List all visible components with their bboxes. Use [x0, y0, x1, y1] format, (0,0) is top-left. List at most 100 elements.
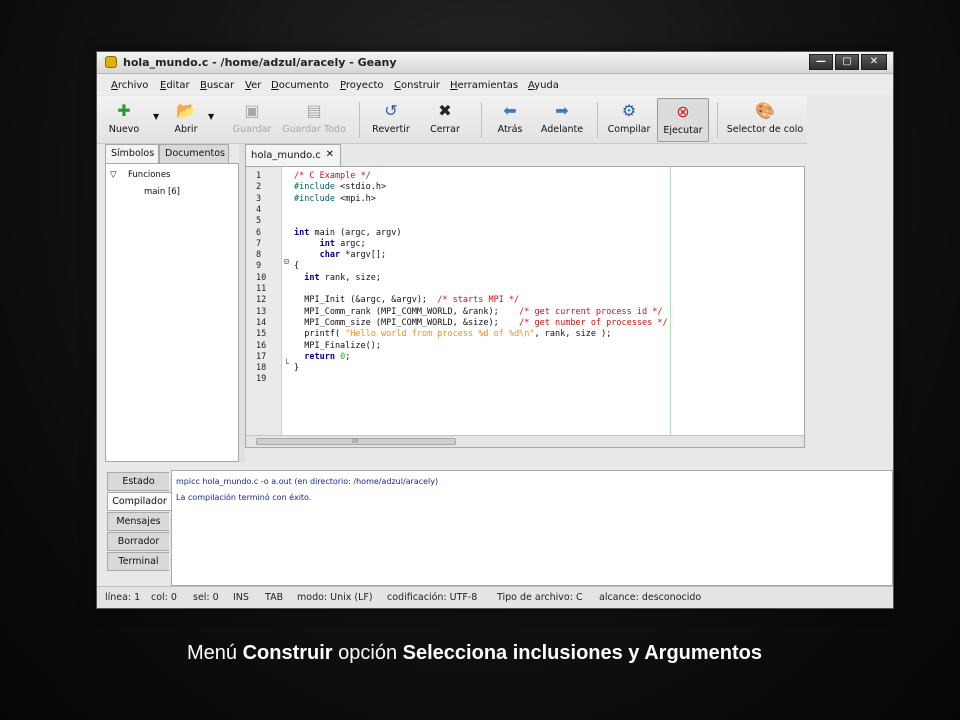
- line-number: 19: [256, 374, 267, 385]
- caption-bold-option: Selecciona inclusiones y Argumentos: [402, 642, 763, 664]
- tab-documentos[interactable]: Documentos: [159, 144, 229, 163]
- abrir-button[interactable]: 📂 Abrir: [169, 98, 203, 142]
- line-number: 5: [256, 216, 262, 227]
- status-bar: línea: 1 col: 0 sel: 0 INS TAB modo: Uni…: [97, 586, 893, 608]
- symbol-tree: ▽ Funciones main [6]: [105, 163, 239, 462]
- revertir-button[interactable]: ↺ Revertir: [369, 98, 413, 142]
- toolbar-separator: [597, 102, 598, 138]
- tab-simbolos[interactable]: Símbolos: [105, 144, 159, 164]
- editor-tab-label: hola_mundo.c: [251, 150, 321, 161]
- menu-bar: Archivo Editar Buscar Ver Documento Proy…: [97, 75, 893, 95]
- code-line: char *argv[];: [319, 250, 387, 261]
- line-number: 10: [256, 272, 267, 283]
- line-number: 9: [256, 261, 262, 272]
- code-line: {: [294, 261, 300, 272]
- atras-button[interactable]: ⬅ Atrás: [491, 98, 529, 142]
- tree-group-funciones[interactable]: Funciones: [128, 170, 170, 180]
- caption-text-1: Menú: [187, 642, 243, 664]
- compiler-result: La compilación terminó con éxito.: [176, 493, 312, 502]
- toolbar-separator: [481, 102, 482, 138]
- tab-borrador[interactable]: Borrador: [107, 532, 169, 551]
- code-line: printf( "Hello world from process %d of …: [294, 329, 612, 340]
- guardar-button[interactable]: ▣ Guardar: [227, 98, 277, 142]
- status-scope: alcance: desconocido: [599, 592, 702, 603]
- guardar-todo-button[interactable]: ▤ Guardar Todo: [281, 98, 347, 142]
- sidebar: Símbolos Documentos ▽ Funciones main [6]: [105, 144, 239, 462]
- horizontal-scrollbar[interactable]: III: [246, 435, 804, 447]
- geany-app-icon: [105, 56, 117, 68]
- line-number: 8: [256, 250, 262, 261]
- line-number: 13: [256, 306, 267, 317]
- compiler-output[interactable]: mpicc hola_mundo.c -o a.out (en director…: [171, 470, 893, 586]
- editor-tab[interactable]: hola_mundo.c ✕: [245, 144, 341, 166]
- menu-ver[interactable]: Ver: [245, 80, 261, 91]
- long-line-marker: [670, 167, 671, 447]
- ejecutar-button[interactable]: ⊗ Ejecutar: [657, 98, 709, 142]
- code-line: int rank, size;: [304, 272, 382, 283]
- nuevo-dropdown-icon[interactable]: ▼: [153, 112, 159, 121]
- toolbar-separator: [359, 102, 360, 138]
- minimize-button[interactable]: —: [809, 54, 833, 70]
- fold-end-icon: └: [284, 359, 289, 368]
- menu-buscar[interactable]: Buscar: [200, 80, 234, 91]
- tab-estado[interactable]: Estado: [107, 472, 169, 491]
- selector-color-button[interactable]: 🎨 Selector de colo: [723, 98, 807, 142]
- line-number: 6: [256, 227, 262, 238]
- title-bar[interactable]: hola_mundo.c - /home/adzul/aracely - Gea…: [97, 52, 893, 74]
- color-palette-icon: 🎨: [755, 101, 775, 120]
- geany-window: hola_mundo.c - /home/adzul/aracely - Gea…: [96, 51, 894, 609]
- close-window-button[interactable]: ✕: [861, 54, 887, 70]
- slide-caption: Menú Construir opción Selecciona inclusi…: [187, 640, 787, 666]
- code-line: }: [294, 363, 300, 374]
- revert-icon: ↺: [384, 101, 398, 120]
- code-line: return 0;: [304, 351, 351, 362]
- adelante-button[interactable]: ➡ Adelante: [537, 98, 587, 142]
- line-number: 17: [256, 351, 267, 362]
- menu-herramientas[interactable]: Herramientas: [450, 80, 518, 91]
- line-number: 14: [256, 317, 267, 328]
- tree-item-main[interactable]: main [6]: [144, 187, 180, 197]
- window-title: hola_mundo.c - /home/adzul/aracely - Gea…: [123, 56, 397, 69]
- toolbar: ✚ Nuevo ▼ 📂 Abrir ▼ ▣ Guardar ▤ Guardar …: [97, 96, 807, 144]
- status-line: línea: 1: [105, 592, 141, 603]
- line-number: 18: [256, 363, 267, 374]
- code-editor[interactable]: 1 /* C Example */ 2 #include <stdio.h> 3 #inc…: [245, 166, 805, 448]
- menu-archivo[interactable]: Archivo: [111, 80, 148, 91]
- cerrar-button[interactable]: ✖ Cerrar: [425, 98, 465, 142]
- editor-area: hola_mundo.c ✕ 1 /* C Example */ 2 #include…: [245, 144, 805, 462]
- line-number: 3: [256, 193, 262, 204]
- line-number: 15: [256, 329, 267, 340]
- menu-editar[interactable]: Editar: [160, 80, 190, 91]
- code-line: MPI_Comm_size (MPI_COMM_WORLD, &size); /…: [294, 317, 668, 328]
- fold-marker-icon[interactable]: ⊟: [284, 257, 292, 266]
- nuevo-button[interactable]: ✚ Nuevo: [107, 98, 141, 142]
- code-line: #include <mpi.h>: [294, 193, 376, 204]
- line-number: 2: [256, 182, 262, 193]
- menu-construir[interactable]: Construir: [394, 80, 440, 91]
- status-ins: INS: [233, 592, 249, 603]
- status-tab: TAB: [265, 592, 284, 603]
- line-number: 12: [256, 295, 267, 306]
- code-line: MPI_Comm_rank (MPI_COMM_WORLD, &rank); /…: [294, 306, 663, 317]
- arrow-right-icon: ➡: [555, 101, 569, 120]
- code-line: int argc;: [319, 238, 366, 249]
- compilar-button[interactable]: ⚙ Compilar: [605, 98, 653, 142]
- tab-mensajes[interactable]: Mensajes: [107, 512, 169, 531]
- menu-documento[interactable]: Documento: [271, 80, 329, 91]
- line-number: 16: [256, 340, 267, 351]
- close-tab-icon[interactable]: ✕: [326, 149, 334, 160]
- tab-compilador[interactable]: Compilador: [107, 492, 171, 511]
- collapse-icon[interactable]: ▽: [110, 170, 117, 180]
- open-folder-icon: 📂: [176, 101, 196, 120]
- new-file-icon: ✚: [117, 101, 131, 120]
- tab-terminal[interactable]: Terminal: [107, 552, 169, 571]
- abrir-dropdown-icon[interactable]: ▼: [208, 112, 214, 121]
- maximize-button[interactable]: ▢: [835, 54, 859, 70]
- status-col: col: 0: [151, 592, 177, 603]
- menu-ayuda[interactable]: Ayuda: [528, 80, 559, 91]
- code-line: /* C Example */: [294, 171, 371, 181]
- caption-text-2: opción: [332, 642, 403, 664]
- compiler-command: mpicc hola_mundo.c -o a.out (en director…: [176, 477, 439, 486]
- menu-proyecto[interactable]: Proyecto: [340, 80, 383, 91]
- status-mode: modo: Unix (LF): [297, 592, 373, 603]
